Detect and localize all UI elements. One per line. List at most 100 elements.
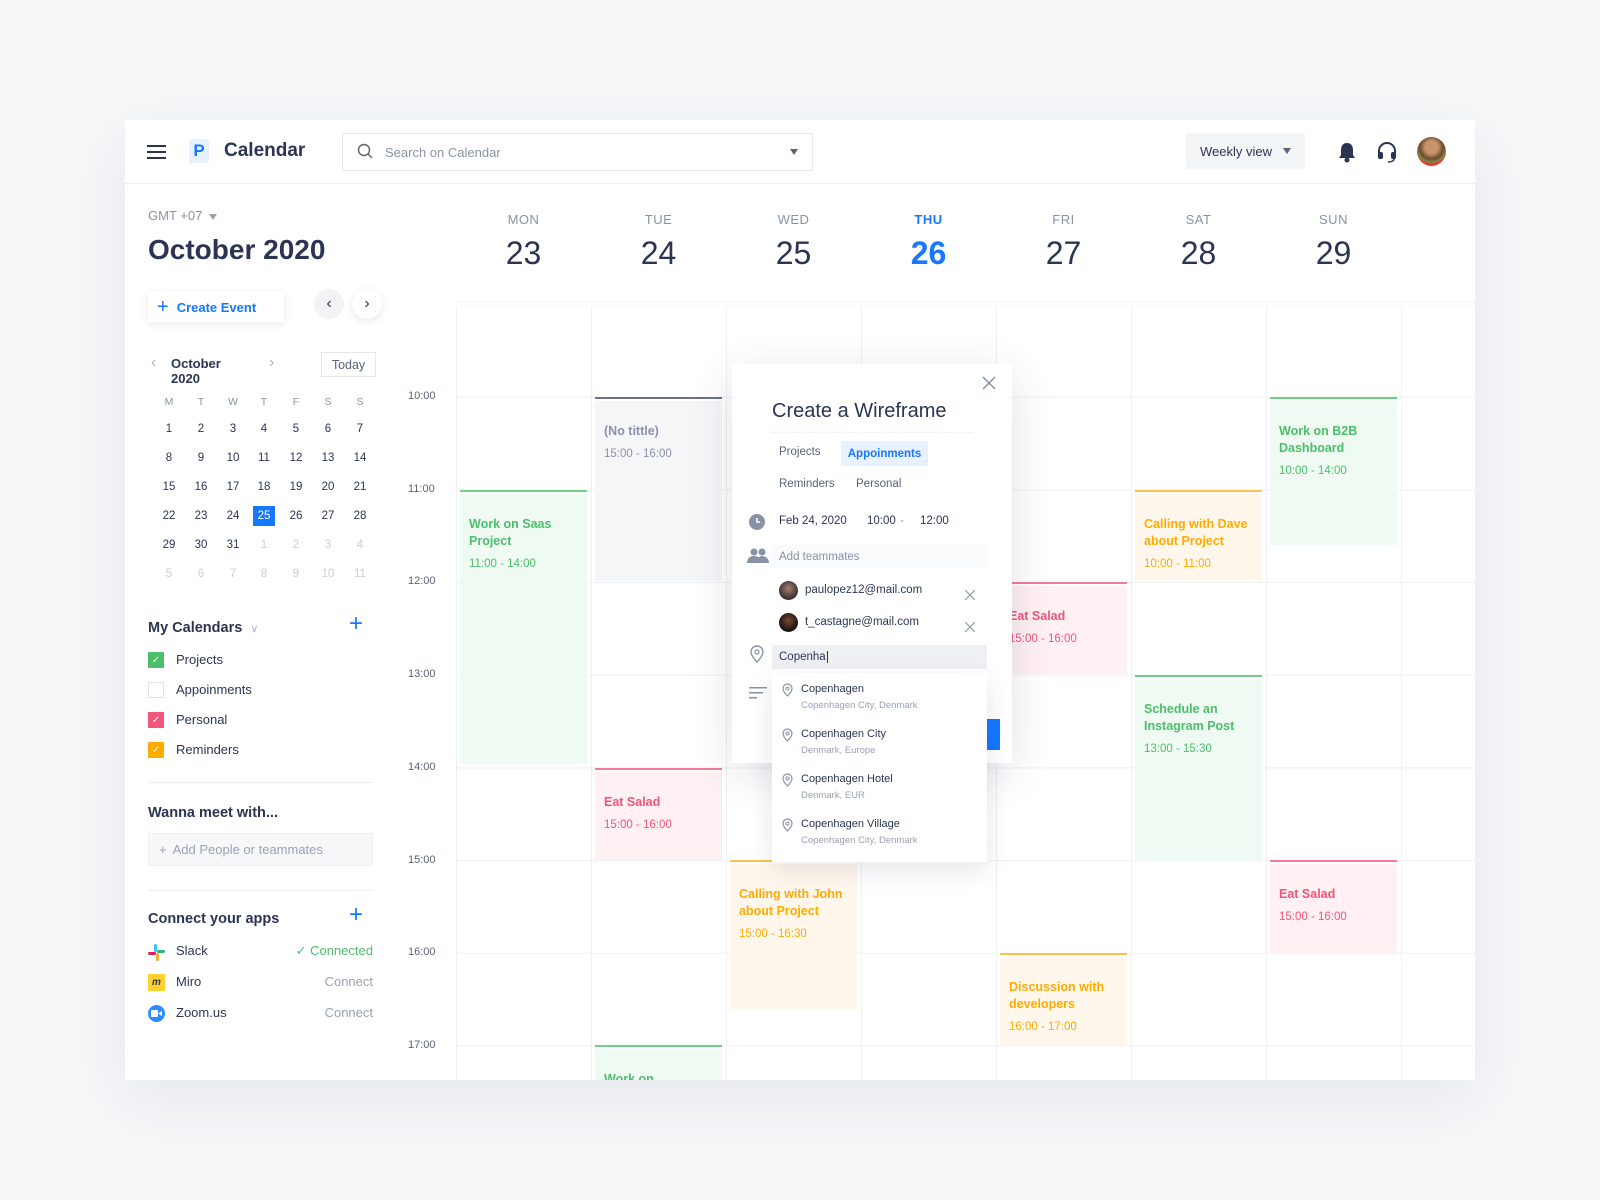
day-number: 27 [1045, 235, 1082, 271]
mini-day[interactable]: 26 [280, 510, 312, 522]
event-card[interactable]: Eat Salad 15:00 - 16:00 [1270, 860, 1397, 954]
add-teammates-input[interactable]: Add teammates [772, 545, 987, 569]
mini-day[interactable]: 22 [153, 510, 185, 522]
mini-day[interactable]: 9 [185, 452, 217, 464]
mini-day[interactable]: 9 [280, 568, 312, 580]
mini-day[interactable]: 4 [248, 423, 280, 435]
mini-day[interactable]: 6 [312, 423, 344, 435]
mini-day[interactable]: 3 [312, 539, 344, 551]
mini-day[interactable]: 2 [185, 423, 217, 435]
mini-day[interactable]: 1 [153, 423, 185, 435]
calendar-checkbox[interactable]: ✓ [148, 712, 164, 728]
save-button[interactable] [986, 719, 1000, 750]
timezone-select[interactable]: GMT +07 [148, 208, 217, 223]
mini-day[interactable]: 31 [217, 539, 249, 551]
day-header[interactable]: MON 23 [456, 120, 591, 300]
mini-day[interactable]: 18 [248, 481, 280, 493]
mini-day-selected[interactable]: 25 [253, 506, 275, 526]
mini-day[interactable]: 8 [248, 568, 280, 580]
calendar-checkbox[interactable]: ✓ [148, 742, 164, 758]
miro-connect-button[interactable]: Connect [325, 974, 373, 989]
mini-day[interactable]: 10 [217, 452, 249, 464]
event-card[interactable]: (No tittle) 15:00 - 16:00 [595, 397, 722, 581]
my-calendars-title[interactable]: My Calendars ∨ [148, 620, 258, 636]
mini-day[interactable]: 20 [312, 481, 344, 493]
location-suggestion[interactable]: Copenhagen Hotel Denmark, EUR [772, 773, 987, 817]
event-card[interactable]: Eat Salad 15:00 - 16:00 [1000, 582, 1127, 674]
date-field[interactable]: Feb 24, 2020 [779, 515, 847, 527]
mini-day[interactable]: 19 [280, 481, 312, 493]
mini-day[interactable]: 16 [185, 481, 217, 493]
mini-day[interactable]: 1 [248, 539, 280, 551]
slack-status[interactable]: ✓ Connected [296, 943, 373, 959]
add-people-input[interactable]: + Add People or teammates [148, 833, 373, 866]
mini-day[interactable]: 29 [153, 539, 185, 551]
mini-next-icon[interactable]: › [269, 354, 274, 372]
end-time-field[interactable]: 12:00 [920, 515, 949, 527]
event-card[interactable]: Calling with Dave about Project 10:00 - 1… [1135, 490, 1262, 580]
mini-day[interactable]: 13 [312, 452, 344, 464]
mini-day[interactable]: 15 [153, 481, 185, 493]
mini-day[interactable]: 14 [344, 452, 376, 464]
event-card[interactable]: Work on Saas Project 11:00 - 14:00 [460, 490, 587, 764]
event-time: 15:00 - 16:00 [604, 819, 672, 831]
tab-personal[interactable]: Personal [856, 478, 901, 490]
event-card[interactable]: Discussion with developers 16:00 - 17:00 [1000, 953, 1127, 1045]
tab-projects[interactable]: Projects [779, 446, 821, 458]
mini-day[interactable]: 23 [185, 510, 217, 522]
day-header[interactable]: SUN 29 [1266, 120, 1401, 300]
remove-teammate-icon[interactable] [964, 587, 976, 605]
prev-week-button[interactable]: ‹ [314, 289, 344, 319]
calendar-checkbox[interactable] [148, 682, 164, 698]
mini-day[interactable]: 7 [217, 568, 249, 580]
calendar-checkbox[interactable]: ✓ [148, 652, 164, 668]
day-header[interactable]: WED 25 [726, 120, 861, 300]
mini-day[interactable]: 21 [344, 481, 376, 493]
day-header[interactable]: THU 26 [861, 120, 996, 300]
tab-appoinments[interactable]: Appoinments [841, 441, 928, 466]
add-app-button[interactable]: + [349, 903, 363, 927]
menu-icon[interactable] [147, 142, 167, 162]
mini-day[interactable]: 12 [280, 452, 312, 464]
tab-reminders[interactable]: Reminders [779, 478, 835, 490]
today-button[interactable]: Today [321, 352, 376, 377]
mini-prev-icon[interactable]: ‹ [151, 354, 156, 372]
location-suggestion[interactable]: Copenhagen City Denmark, Europe [772, 728, 987, 772]
mini-day[interactable]: 6 [185, 568, 217, 580]
event-card[interactable]: Eat Salad 15:00 - 16:00 [595, 768, 722, 860]
day-header[interactable]: SAT 28 [1131, 120, 1266, 300]
mini-day[interactable]: 2 [280, 539, 312, 551]
mini-day[interactable]: 27 [312, 510, 344, 522]
location-suggestion[interactable]: Copenhagen Village Copenhagen City, Denma… [772, 818, 987, 862]
mini-day[interactable]: 8 [153, 452, 185, 464]
mini-day[interactable]: 24 [217, 510, 249, 522]
mini-day[interactable]: 4 [344, 539, 376, 551]
mini-day[interactable]: 17 [217, 481, 249, 493]
mini-day[interactable]: 28 [344, 510, 376, 522]
mini-day[interactable]: 11 [344, 568, 376, 580]
event-card[interactable]: Work on [595, 1045, 722, 1080]
mini-day[interactable]: 7 [344, 423, 376, 435]
user-avatar[interactable] [1417, 137, 1446, 166]
next-week-button[interactable]: › [352, 289, 382, 319]
start-time-field[interactable]: 10:00 [867, 515, 896, 527]
create-event-button[interactable]: + Create Event [148, 292, 284, 322]
mini-day[interactable]: 3 [217, 423, 249, 435]
add-calendar-button[interactable]: + [349, 612, 363, 636]
event-card[interactable]: Calling with John about Project 15:00 - 1… [730, 860, 857, 1009]
location-suggestion[interactable]: Copenhagen Copenhagen City, Denmark [772, 683, 987, 727]
close-icon[interactable] [982, 376, 996, 395]
mini-day[interactable]: 5 [280, 423, 312, 435]
day-header[interactable]: TUE 24 [591, 120, 726, 300]
event-card[interactable]: Schedule an Instagram Post 13:00 - 15:30 [1135, 675, 1262, 861]
mini-day[interactable]: 5 [153, 568, 185, 580]
zoom-connect-button[interactable]: Connect [325, 1005, 373, 1020]
mini-day[interactable]: 11 [248, 452, 280, 464]
weekday-label: T [260, 396, 268, 408]
remove-teammate-icon[interactable] [964, 619, 976, 637]
mini-day[interactable]: 10 [312, 568, 344, 580]
mini-day[interactable]: 30 [185, 539, 217, 551]
location-input[interactable]: Copenha [772, 645, 987, 669]
event-card[interactable]: Work on B2B Dashboard 10:00 - 14:00 [1270, 397, 1397, 545]
day-header[interactable]: FRI 27 [996, 120, 1131, 300]
